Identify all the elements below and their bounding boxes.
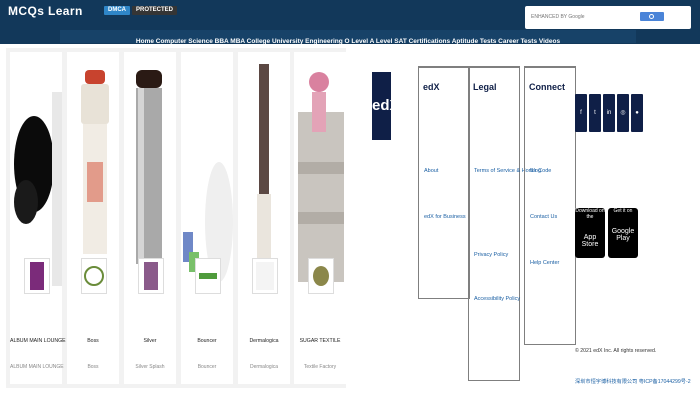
product-category: Textile Factory xyxy=(303,364,337,370)
product-image[interactable] xyxy=(10,52,62,286)
google-play-badge[interactable]: Get it on Google Play xyxy=(608,208,638,258)
main-nav: Home Computer Science BBA MBA College Un… xyxy=(60,30,636,45)
product-card[interactable]: Dermalogica Dermalogica xyxy=(238,52,290,384)
copyright: © 2021 edX Inc. All rights reserved. xyxy=(575,348,657,354)
linkedin-icon[interactable]: in xyxy=(603,94,615,132)
footer-link-accessibility[interactable]: Accessibility Policy xyxy=(474,296,520,302)
footer-column-title: edX xyxy=(423,82,440,92)
product-category: Boss xyxy=(87,364,99,370)
protected-badge: PROTECTED xyxy=(132,6,178,15)
facebook-icon[interactable]: f xyxy=(575,94,587,132)
product-name[interactable]: Bouncer xyxy=(181,338,233,344)
footer-link-help[interactable]: Help Center xyxy=(530,260,559,266)
product-strip: ALBUM MAIN LOUNGE ALBUM MAIN LOUNGE Boss… xyxy=(6,48,346,388)
app-store-label: App Store xyxy=(581,234,599,248)
footer-column-title: Connect xyxy=(529,82,565,92)
app-store-badge[interactable]: Download on the App Store xyxy=(575,208,605,258)
search-icon xyxy=(649,14,654,19)
search-box xyxy=(525,6,691,29)
search-button[interactable] xyxy=(640,12,664,21)
product-category: Silver Splash xyxy=(135,364,165,370)
brand-logo xyxy=(81,258,107,294)
product-card[interactable]: Silver Silver Splash xyxy=(124,52,176,384)
footer-link-privacy[interactable]: Privacy Policy xyxy=(474,252,508,258)
site-logo[interactable]: MCQs Learn xyxy=(8,4,83,18)
footer-column-connect: Connect Blog Contact Us Help Center xyxy=(524,66,576,345)
product-image[interactable] xyxy=(238,52,290,286)
reddit-icon[interactable]: ● xyxy=(631,94,643,132)
product-card[interactable]: Boss Boss xyxy=(67,52,119,384)
product-name[interactable]: Silver xyxy=(124,338,176,344)
footer-column-title: Legal xyxy=(473,82,497,92)
instagram-icon[interactable]: ◎ xyxy=(617,94,629,132)
product-name[interactable]: SUGAR TEXTILE xyxy=(294,338,346,344)
edx-logo[interactable]: edX xyxy=(372,72,400,140)
product-category: ALBUM MAIN LOUNGE xyxy=(10,364,64,370)
product-name[interactable]: ALBUM MAIN LOUNGE xyxy=(10,338,66,344)
brand-logo xyxy=(308,258,334,294)
dmca-badge[interactable]: DMCA xyxy=(104,6,130,15)
product-category: Bouncer xyxy=(197,364,217,370)
footer-link-blog[interactable]: Blog xyxy=(530,168,541,174)
product-name[interactable]: Boss xyxy=(67,338,119,344)
brand-logo xyxy=(252,258,278,294)
brand-logo xyxy=(24,258,50,294)
product-image[interactable] xyxy=(294,52,346,286)
icp-link[interactable]: 深圳市恒宇博科技有限公司 粤ICP备17044299号-2 xyxy=(575,378,691,396)
nav-links[interactable]: Home Computer Science BBA MBA College Un… xyxy=(136,38,560,45)
site-header: MCQs Learn DMCA PROTECTED Home Computer … xyxy=(0,0,700,45)
product-card[interactable]: Bouncer Bouncer xyxy=(181,52,233,384)
product-image[interactable] xyxy=(181,52,233,286)
product-category: Dermalogica xyxy=(249,364,279,370)
footer-column-edx: edX About edX for Business xyxy=(418,66,470,299)
footer-link-edx-business[interactable]: edX for Business xyxy=(424,214,466,220)
footer-link-about[interactable]: About xyxy=(424,168,438,174)
google-play-label: Google Play xyxy=(611,228,635,242)
brand-logo xyxy=(138,258,164,294)
product-image[interactable] xyxy=(124,52,176,286)
twitter-icon[interactable]: t xyxy=(589,94,601,132)
brand-logo xyxy=(195,258,221,294)
app-store-small-text: Download on the xyxy=(575,208,605,220)
product-name[interactable]: Dermalogica xyxy=(238,338,290,344)
product-image[interactable] xyxy=(67,52,119,286)
product-card[interactable]: SUGAR TEXTILE Textile Factory xyxy=(294,52,346,384)
google-play-small-text: Get it on xyxy=(613,208,633,214)
product-card[interactable]: ALBUM MAIN LOUNGE ALBUM MAIN LOUNGE xyxy=(10,52,66,384)
footer-column-legal: Legal Terms of Service & Honor Code Priv… xyxy=(468,66,551,381)
footer-link-contact[interactable]: Contact Us xyxy=(530,214,557,220)
